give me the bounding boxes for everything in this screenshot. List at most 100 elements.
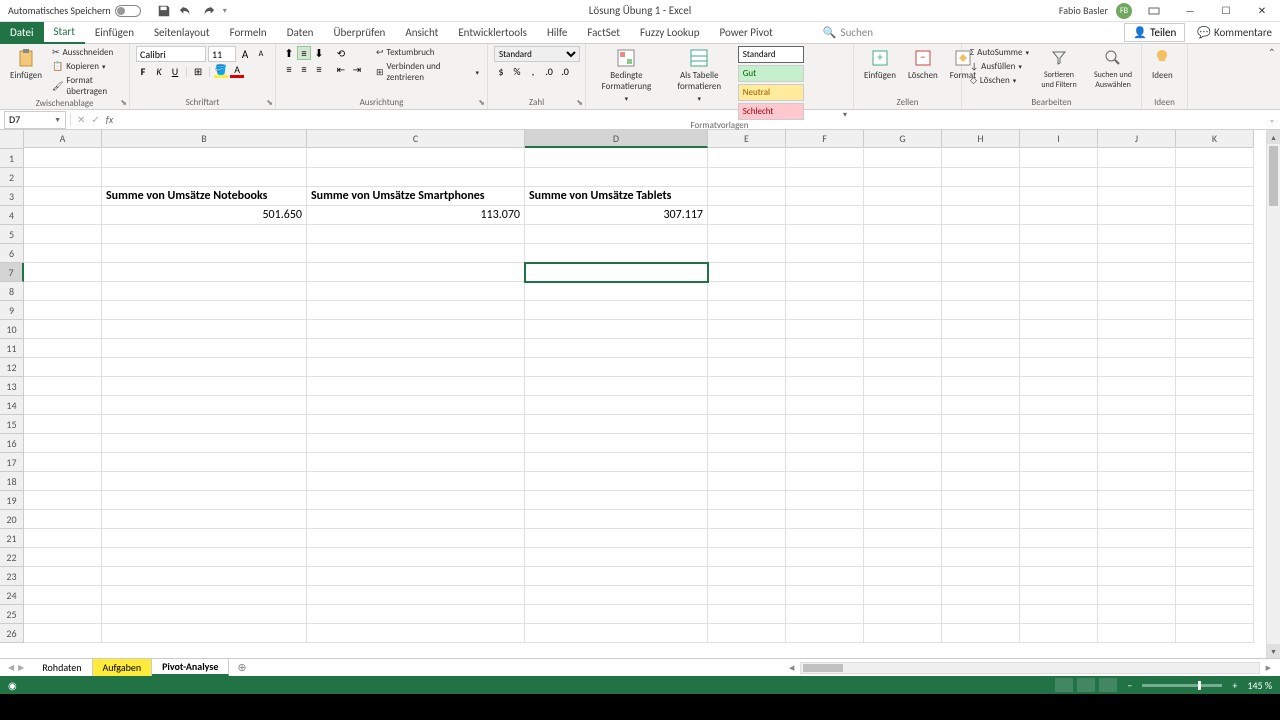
- cell-F11[interactable]: [786, 339, 864, 358]
- cell-A26[interactable]: [24, 624, 102, 643]
- tab-seitenlayout[interactable]: Seitenlayout: [144, 22, 220, 43]
- cell-K6[interactable]: [1176, 244, 1254, 263]
- cell-C1[interactable]: [307, 149, 525, 168]
- cell-H19[interactable]: [942, 491, 1020, 510]
- cell-I13[interactable]: [1020, 377, 1098, 396]
- cell-F10[interactable]: [786, 320, 864, 339]
- cell-F13[interactable]: [786, 377, 864, 396]
- cell-A13[interactable]: [24, 377, 102, 396]
- sheet-nav-prev-icon[interactable]: ◀: [8, 663, 14, 673]
- cell-E15[interactable]: [708, 415, 786, 434]
- row-header-10[interactable]: 10: [0, 320, 24, 339]
- cell-B15[interactable]: [102, 415, 307, 434]
- find-select-button[interactable]: Suchen und Auswählen: [1087, 46, 1139, 92]
- cell-A19[interactable]: [24, 491, 102, 510]
- cell-G10[interactable]: [864, 320, 942, 339]
- number-launcher-icon[interactable]: ⬊: [576, 98, 583, 108]
- cell-D25[interactable]: [525, 605, 708, 624]
- col-header-G[interactable]: G: [864, 130, 942, 148]
- fill-button[interactable]: ↓Ausfüllen▾: [968, 60, 1031, 73]
- row-header-20[interactable]: 20: [0, 510, 24, 529]
- cell-K20[interactable]: [1176, 510, 1254, 529]
- row-header-12[interactable]: 12: [0, 358, 24, 377]
- cell-C4[interactable]: 113.070: [307, 206, 525, 225]
- cell-C21[interactable]: [307, 529, 525, 548]
- tab-formeln[interactable]: Formeln: [220, 22, 277, 43]
- cell-G24[interactable]: [864, 586, 942, 605]
- cell-D11[interactable]: [525, 339, 708, 358]
- cell-F18[interactable]: [786, 472, 864, 491]
- cell-C26[interactable]: [307, 624, 525, 643]
- cell-B22[interactable]: [102, 548, 307, 567]
- align-right-button[interactable]: ≡: [312, 62, 326, 76]
- undo-icon[interactable]: [179, 4, 193, 18]
- cell-K1[interactable]: [1176, 149, 1254, 168]
- tab-powerpivot[interactable]: Power Pivot: [709, 22, 782, 43]
- cell-E8[interactable]: [708, 282, 786, 301]
- tab-einfuegen[interactable]: Einfügen: [85, 22, 144, 43]
- cell-J20[interactable]: [1098, 510, 1176, 529]
- cell-K23[interactable]: [1176, 567, 1254, 586]
- cell-I9[interactable]: [1020, 301, 1098, 320]
- wrap-text-button[interactable]: ↩Textumbruch: [374, 46, 481, 59]
- qat-customize-icon[interactable]: ▾: [223, 6, 227, 16]
- cell-K24[interactable]: [1176, 586, 1254, 605]
- cell-H1[interactable]: [942, 149, 1020, 168]
- cell-B3[interactable]: Summe von Umsätze Notebooks: [102, 187, 307, 206]
- cell-E3[interactable]: [708, 187, 786, 206]
- cell-B18[interactable]: [102, 472, 307, 491]
- cell-D3[interactable]: Summe von Umsätze Tablets: [525, 187, 708, 206]
- cell-F21[interactable]: [786, 529, 864, 548]
- cell-D20[interactable]: [525, 510, 708, 529]
- scroll-down-icon[interactable]: ▼: [1267, 644, 1280, 658]
- cell-F9[interactable]: [786, 301, 864, 320]
- cell-D2[interactable]: [525, 168, 708, 187]
- cell-E20[interactable]: [708, 510, 786, 529]
- cell-D1[interactable]: [525, 149, 708, 168]
- cell-A17[interactable]: [24, 453, 102, 472]
- cell-F23[interactable]: [786, 567, 864, 586]
- cell-H18[interactable]: [942, 472, 1020, 491]
- row-header-16[interactable]: 16: [0, 434, 24, 453]
- cell-G25[interactable]: [864, 605, 942, 624]
- cell-A12[interactable]: [24, 358, 102, 377]
- cell-E12[interactable]: [708, 358, 786, 377]
- search-box[interactable]: 🔍 Suchen: [823, 26, 873, 39]
- decrease-indent-button[interactable]: ⇤: [334, 62, 348, 76]
- row-header-9[interactable]: 9: [0, 301, 24, 320]
- cell-E4[interactable]: [708, 206, 786, 225]
- sheet-tab-aufgaben[interactable]: Aufgaben: [93, 659, 153, 676]
- cell-G23[interactable]: [864, 567, 942, 586]
- cell-D6[interactable]: [525, 244, 708, 263]
- tab-factset[interactable]: FactSet: [577, 22, 630, 43]
- clipboard-launcher-icon[interactable]: ⬊: [120, 98, 127, 108]
- tab-ansicht[interactable]: Ansicht: [395, 22, 448, 43]
- cell-H6[interactable]: [942, 244, 1020, 263]
- cell-J26[interactable]: [1098, 624, 1176, 643]
- cell-I19[interactable]: [1020, 491, 1098, 510]
- cell-H24[interactable]: [942, 586, 1020, 605]
- cell-G5[interactable]: [864, 225, 942, 244]
- cell-G6[interactable]: [864, 244, 942, 263]
- cell-B13[interactable]: [102, 377, 307, 396]
- cell-I20[interactable]: [1020, 510, 1098, 529]
- cell-C8[interactable]: [307, 282, 525, 301]
- cell-G2[interactable]: [864, 168, 942, 187]
- align-bottom-button[interactable]: ⬇: [312, 46, 326, 60]
- row-header-26[interactable]: 26: [0, 624, 24, 643]
- cell-C2[interactable]: [307, 168, 525, 187]
- cell-C20[interactable]: [307, 510, 525, 529]
- name-box[interactable]: D7 ▼: [4, 111, 66, 129]
- col-header-F[interactable]: F: [786, 130, 864, 148]
- cell-A4[interactable]: [24, 206, 102, 225]
- row-header-3[interactable]: 3: [0, 187, 24, 206]
- cell-J16[interactable]: [1098, 434, 1176, 453]
- style-schlecht[interactable]: Schlecht: [738, 103, 804, 120]
- style-gallery-expand-icon[interactable]: ▾: [843, 110, 847, 120]
- cell-E14[interactable]: [708, 396, 786, 415]
- cell-A2[interactable]: [24, 168, 102, 187]
- cell-C24[interactable]: [307, 586, 525, 605]
- cell-I24[interactable]: [1020, 586, 1098, 605]
- col-header-E[interactable]: E: [708, 130, 786, 148]
- format-painter-button[interactable]: 🖌Format übertragen: [50, 74, 123, 98]
